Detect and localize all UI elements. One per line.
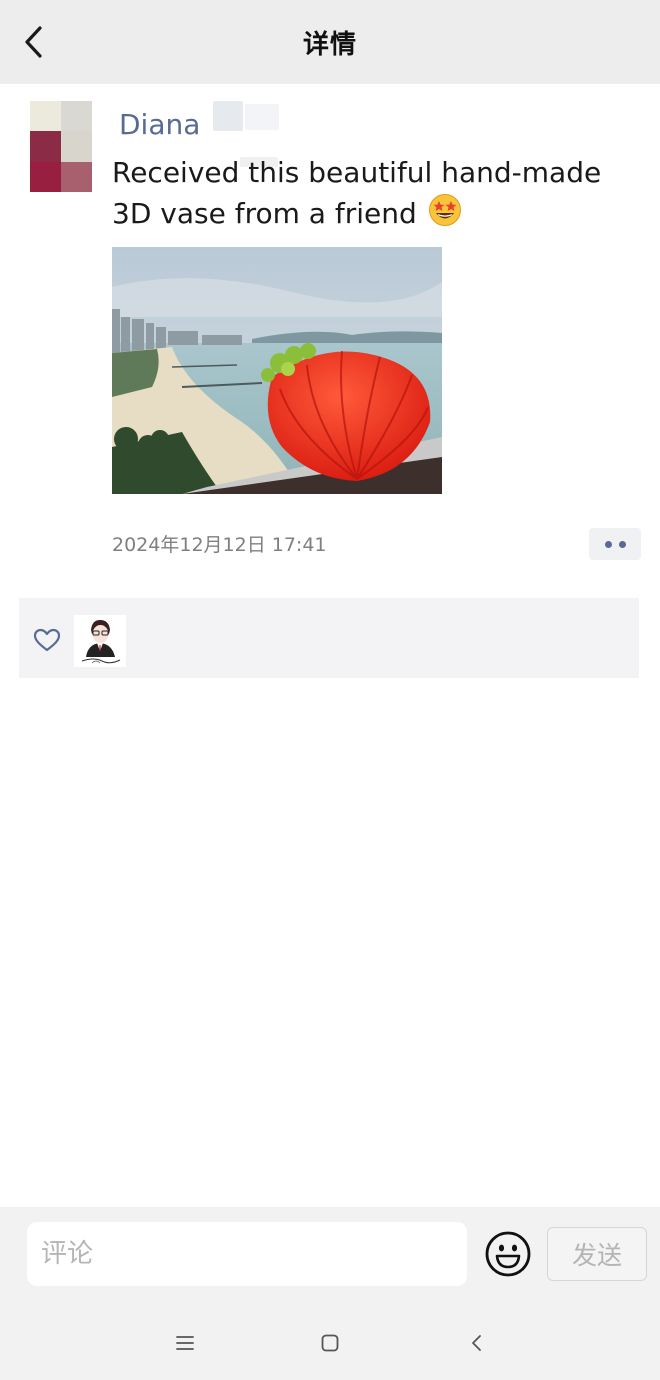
redacted-block xyxy=(245,104,279,130)
system-menu-button[interactable] xyxy=(168,1326,202,1360)
emoji-button[interactable] xyxy=(484,1230,532,1278)
system-back-button[interactable] xyxy=(460,1326,494,1360)
page-title: 详情 xyxy=(302,30,357,60)
star-struck-emoji-icon xyxy=(428,193,462,238)
smiley-face-icon xyxy=(485,1231,531,1277)
menu-lines-icon xyxy=(176,1336,194,1350)
comment-input[interactable] xyxy=(27,1222,467,1286)
author-avatar[interactable] xyxy=(30,101,92,192)
send-button[interactable]: 发送 xyxy=(547,1227,647,1281)
post-photo[interactable] xyxy=(112,247,442,494)
liker-avatar[interactable] xyxy=(74,615,126,667)
post-text: Received this beautiful hand-made 3D vas… xyxy=(112,152,632,238)
system-navigation-bar xyxy=(0,1304,660,1380)
more-dots-icon xyxy=(604,540,612,548)
heart-outline-icon xyxy=(33,628,61,652)
likes-panel xyxy=(19,598,639,678)
home-square-icon xyxy=(321,1334,339,1352)
comment-bar: 发送 xyxy=(0,1207,660,1304)
post-text-content: Received this beautiful hand-made 3D vas… xyxy=(112,156,602,230)
more-options-button[interactable] xyxy=(589,528,641,560)
post-timestamp: 2024年12月12日 17:41 xyxy=(112,534,327,556)
top-bar: 详情 xyxy=(0,0,660,84)
author-name[interactable]: Diana xyxy=(119,108,200,141)
redacted-block xyxy=(213,101,243,131)
system-home-button[interactable] xyxy=(313,1326,347,1360)
more-dots-icon xyxy=(618,540,626,548)
back-chevron-icon xyxy=(472,1335,481,1351)
